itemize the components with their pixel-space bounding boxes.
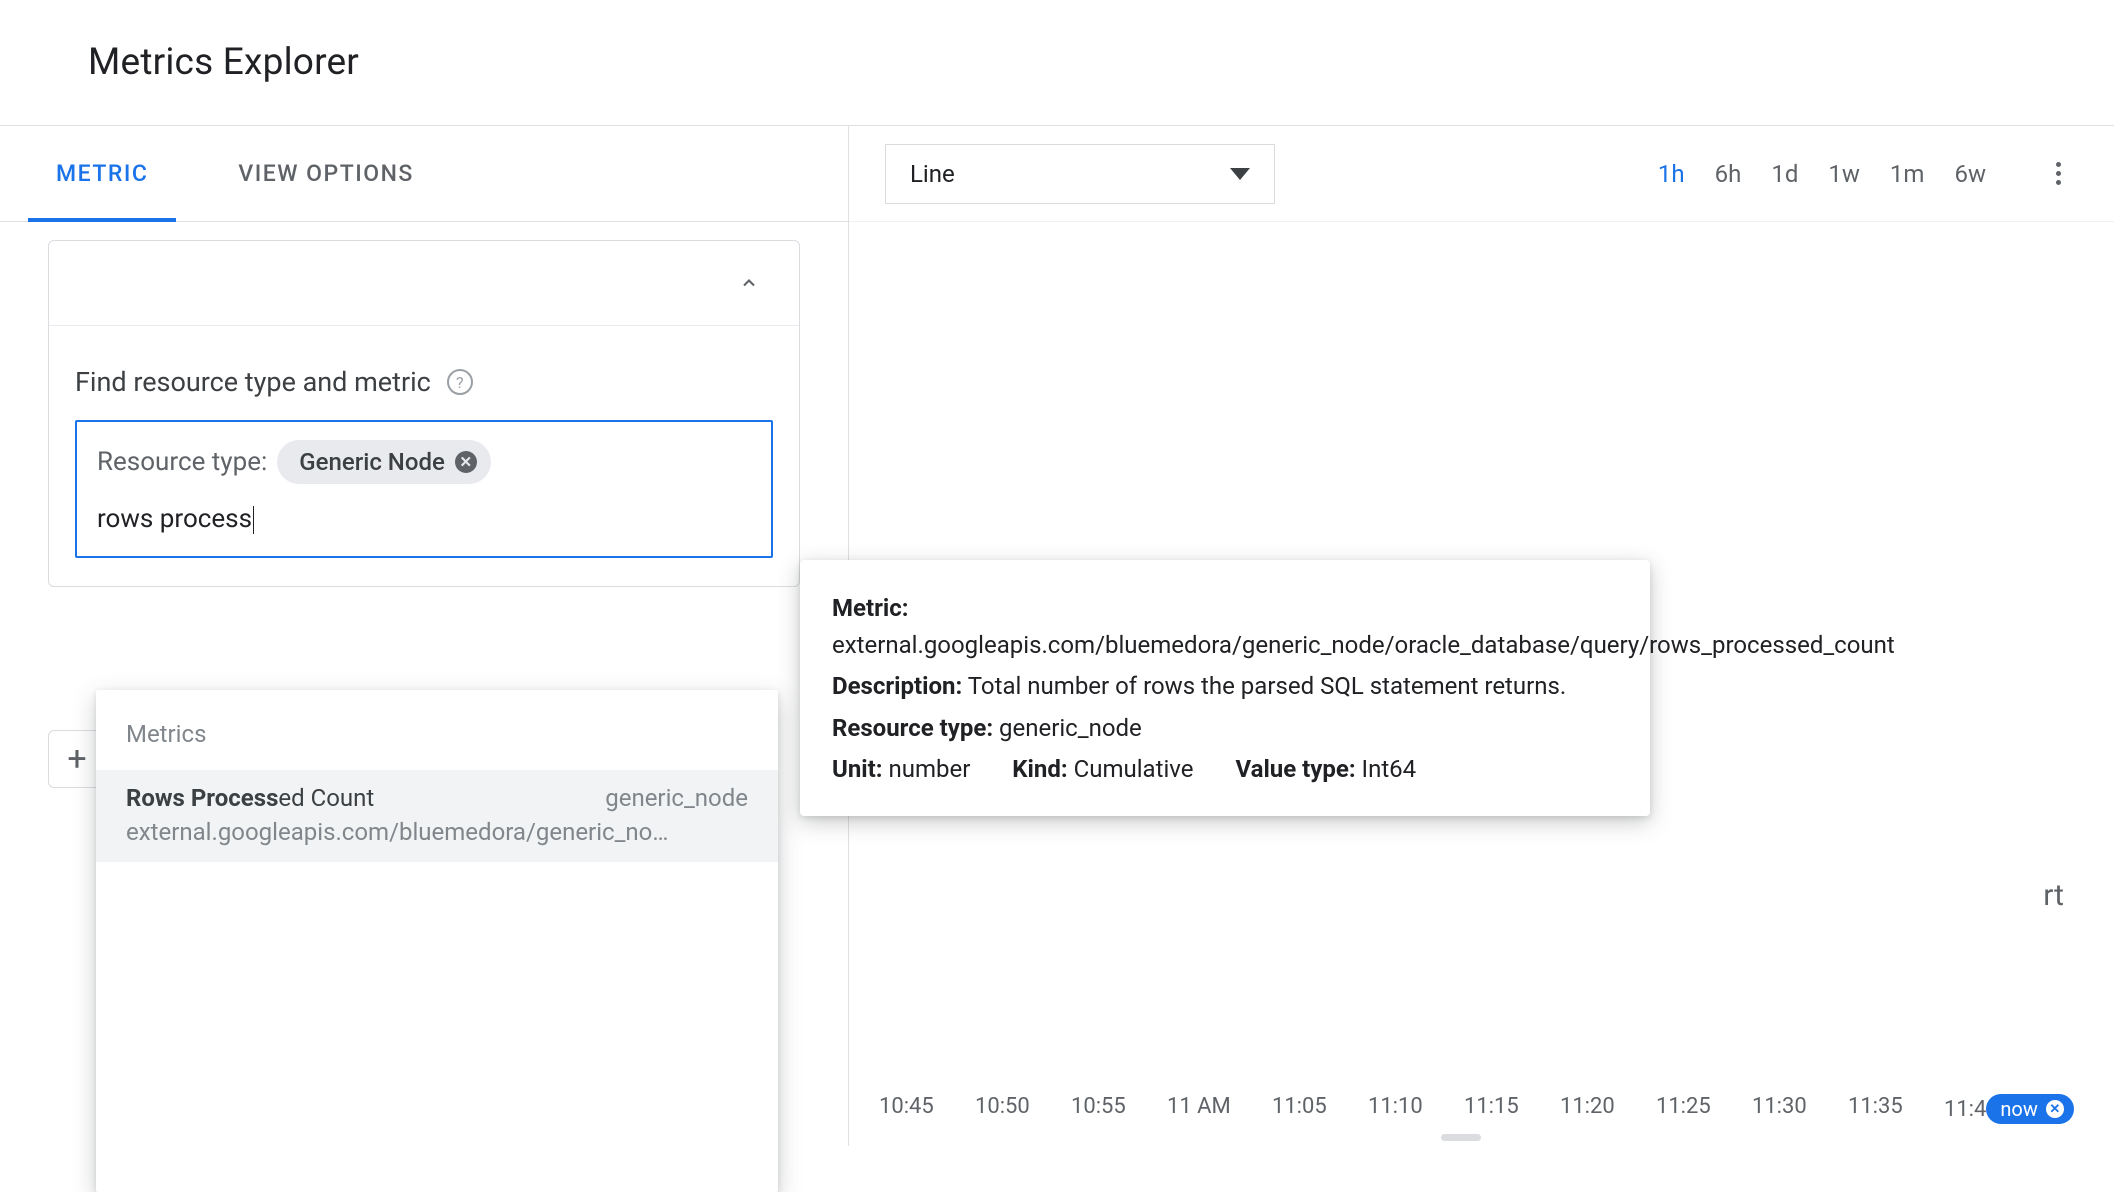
- tab-metric[interactable]: METRIC: [56, 126, 148, 221]
- tt-metric-value: external.googleapis.com/bluemedora/gener…: [832, 631, 1895, 659]
- time-tick: 11:05: [1272, 1094, 1327, 1124]
- time-range-1d[interactable]: 1d: [1771, 160, 1798, 188]
- page-title: Metrics Explorer: [88, 41, 359, 84]
- time-tick: 11 AM: [1167, 1094, 1231, 1124]
- time-tick: 11:30: [1752, 1094, 1807, 1124]
- resource-type-chip[interactable]: Generic Node ✕: [277, 440, 491, 484]
- time-tick: 10:50: [975, 1094, 1030, 1124]
- tab-view-options[interactable]: VIEW OPTIONS: [238, 126, 413, 221]
- autocomplete-item-rest: ed Count: [278, 784, 374, 812]
- autocomplete-item-subtitle: external.googleapis.com/bluemedora/gener…: [126, 818, 748, 846]
- chip-text: Generic Node: [299, 448, 445, 476]
- tt-kind-label: Kind:: [1012, 755, 1067, 783]
- chart-type-value: Line: [910, 160, 955, 188]
- dropdown-arrow-icon: [1230, 168, 1250, 180]
- tt-unit-value: number: [888, 755, 970, 783]
- time-tick: 11:10: [1368, 1094, 1423, 1124]
- resource-type-label: Resource type:: [97, 447, 267, 477]
- time-range-6h[interactable]: 6h: [1715, 160, 1742, 188]
- card-collapse-row[interactable]: [49, 241, 799, 326]
- time-range-picker: 1h 6h 1d 1w 1m 6w: [1658, 160, 2070, 188]
- tt-description-value: Total number of rows the parsed SQL stat…: [968, 672, 1567, 700]
- tt-kind-value: Cumulative: [1074, 755, 1194, 783]
- autocomplete-item-match: Rows Process: [126, 784, 278, 812]
- time-range-1m[interactable]: 1m: [1890, 160, 1925, 188]
- chart-type-select[interactable]: Line: [885, 144, 1275, 204]
- metric-search-input[interactable]: rows process: [97, 504, 254, 534]
- tt-resource-type-value: generic_node: [999, 714, 1142, 742]
- time-tick: 11:35: [1848, 1094, 1903, 1124]
- chevron-up-icon: [739, 273, 759, 293]
- time-range-6w[interactable]: 6w: [1954, 160, 1986, 188]
- more-options-icon[interactable]: [2046, 162, 2070, 185]
- now-pill[interactable]: now✕: [1986, 1094, 2073, 1124]
- time-axis: 10:45 10:50 10:55 11 AM 11:05 11:10 11:1…: [879, 1094, 2074, 1124]
- autocomplete-item[interactable]: Rows Processed Count generic_node extern…: [96, 770, 778, 862]
- time-tick-last: 11:4now✕: [1944, 1094, 2074, 1124]
- config-tabs: METRIC VIEW OPTIONS: [0, 126, 848, 222]
- time-tick: 10:55: [1071, 1094, 1126, 1124]
- time-range-1h[interactable]: 1h: [1658, 160, 1685, 188]
- left-panel: METRIC VIEW OPTIONS Find resource type a…: [0, 126, 848, 1146]
- time-tick: 11:20: [1560, 1094, 1615, 1124]
- tt-description-label: Description:: [832, 672, 962, 700]
- autocomplete-item-type: generic_node: [605, 784, 748, 812]
- autocomplete-section-header: Metrics: [96, 690, 778, 770]
- time-range-1w[interactable]: 1w: [1828, 160, 1860, 188]
- tt-resource-type-label: Resource type:: [832, 714, 993, 742]
- chart-partial-label: rt: [2043, 878, 2064, 913]
- chart-header-row: Line 1h 6h 1d 1w 1m 6w: [849, 126, 2114, 222]
- metric-autocomplete-dropdown: Metrics Rows Processed Count generic_nod…: [96, 690, 778, 1192]
- time-tick: 11:15: [1464, 1094, 1519, 1124]
- now-pill-close-icon[interactable]: ✕: [2046, 1100, 2064, 1118]
- find-metric-label: Find resource type and metric: [75, 366, 431, 398]
- metric-tooltip: Metric: external.googleapis.com/bluemedo…: [800, 560, 1650, 816]
- chip-remove-icon[interactable]: ✕: [455, 451, 477, 473]
- metric-input-box[interactable]: Resource type: Generic Node ✕ rows proce…: [75, 420, 773, 558]
- tt-metric-label: Metric:: [832, 594, 909, 622]
- metric-config-card: Find resource type and metric ? Resource…: [48, 240, 800, 587]
- help-icon[interactable]: ?: [447, 369, 473, 395]
- app-header: Metrics Explorer: [0, 0, 2114, 126]
- tt-value-type-value: Int64: [1362, 755, 1417, 783]
- tt-value-type-label: Value type:: [1235, 755, 1355, 783]
- time-tick: 11:25: [1656, 1094, 1711, 1124]
- tt-unit-label: Unit:: [832, 755, 883, 783]
- panel-drag-handle-icon[interactable]: [1441, 1134, 1481, 1141]
- time-tick: 10:45: [879, 1094, 934, 1124]
